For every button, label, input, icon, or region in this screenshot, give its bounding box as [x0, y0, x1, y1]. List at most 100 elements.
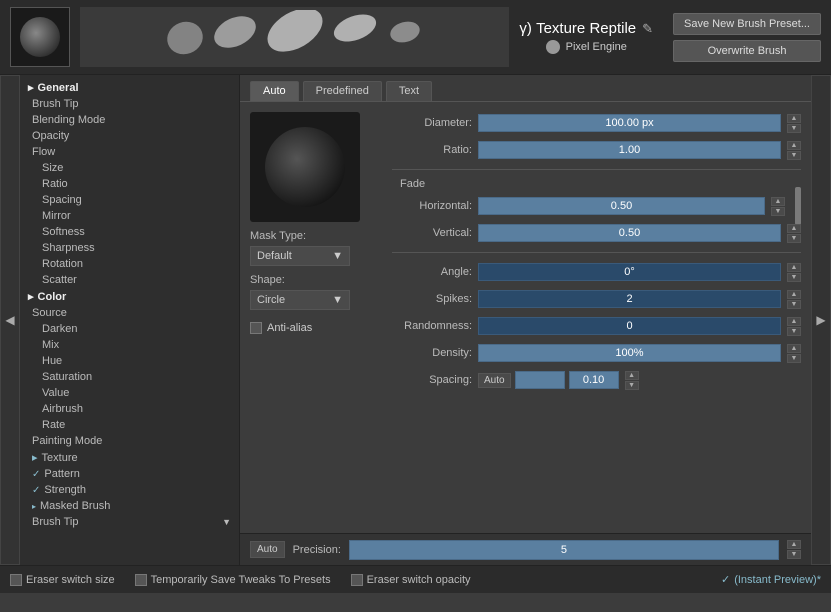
mask-type-dropdown[interactable]: Default ▼: [250, 246, 350, 266]
spikes-up[interactable]: ▲: [787, 290, 801, 299]
randomness-value: 0: [626, 320, 632, 332]
precision-auto-btn[interactable]: Auto: [250, 541, 285, 558]
sidebar-item-color[interactable]: ▸ Color: [20, 288, 239, 305]
vertical-down[interactable]: ▼: [787, 234, 801, 243]
sidebar-list: ▸ General Brush Tip Blending Mode Opacit…: [20, 75, 239, 534]
sidebar-item-brush-tip-bottom[interactable]: Brush Tip ▼: [20, 514, 239, 530]
brush-preview-area: [80, 7, 509, 67]
instant-preview-check: ✓: [721, 573, 730, 586]
sidebar-item-opacity[interactable]: Opacity: [20, 128, 239, 144]
shape-dropdown[interactable]: Circle ▼: [250, 290, 350, 310]
precision-input[interactable]: 5: [349, 540, 779, 560]
spacing-auto-btn[interactable]: Auto: [478, 373, 511, 388]
vertical-up[interactable]: ▲: [787, 224, 801, 233]
sharpness-label: Sharpness: [42, 242, 95, 254]
diameter-down[interactable]: ▼: [787, 124, 801, 133]
vertical-input[interactable]: 0.50: [478, 224, 781, 242]
spacing-down[interactable]: ▼: [625, 381, 639, 390]
brush-tip-dropdown-arrow[interactable]: ▼: [222, 517, 231, 527]
density-row: Density: 100% ▲ ▼: [392, 342, 801, 364]
eraser-size-checkbox[interactable]: [10, 574, 22, 586]
spacing-up[interactable]: ▲: [625, 371, 639, 380]
general-label: General: [38, 82, 79, 94]
horizontal-input[interactable]: 0.50: [478, 197, 765, 215]
save-new-brush-button[interactable]: Save New Brush Preset...: [673, 13, 821, 35]
brush-tip-bottom-label: Brush Tip: [32, 516, 78, 528]
sidebar-item-ratio[interactable]: Ratio: [20, 176, 239, 192]
overwrite-brush-button[interactable]: Overwrite Brush: [673, 40, 821, 62]
tab-predefined[interactable]: Predefined: [303, 81, 382, 101]
drag-handle[interactable]: [795, 187, 801, 225]
sidebar-item-painting-mode[interactable]: Painting Mode: [20, 433, 239, 449]
sidebar-item-general[interactable]: ▸ General: [20, 79, 239, 96]
sidebar-item-spacing[interactable]: Spacing: [20, 192, 239, 208]
horizontal-up[interactable]: ▲: [771, 197, 785, 206]
angle-label: Angle:: [392, 266, 472, 278]
density-up[interactable]: ▲: [787, 344, 801, 353]
density-down[interactable]: ▼: [787, 354, 801, 363]
diameter-up[interactable]: ▲: [787, 114, 801, 123]
sidebar-item-hue[interactable]: Hue: [20, 353, 239, 369]
pencil-icon[interactable]: ✎: [642, 21, 653, 37]
ratio-down[interactable]: ▼: [787, 151, 801, 160]
anti-alias-row: Anti-alias: [250, 322, 380, 334]
content-area: Auto Predefined Text Mask Type: Default …: [240, 75, 811, 565]
mirror-label: Mirror: [42, 210, 71, 222]
angle-up[interactable]: ▲: [787, 263, 801, 272]
ratio-label: Ratio: [42, 178, 68, 190]
density-input[interactable]: 100%: [478, 344, 781, 362]
nav-right-arrow[interactable]: ▶: [811, 75, 831, 565]
ratio-up[interactable]: ▲: [787, 141, 801, 150]
spacing-value-input[interactable]: 0.10: [569, 371, 619, 389]
randomness-input[interactable]: 0: [478, 317, 781, 335]
sidebar-item-mirror[interactable]: Mirror: [20, 208, 239, 224]
horizontal-down[interactable]: ▼: [771, 207, 785, 216]
shape-section: Shape: Circle ▼: [250, 274, 380, 310]
randomness-down[interactable]: ▼: [787, 327, 801, 336]
sidebar-item-mix[interactable]: Mix: [20, 337, 239, 353]
sidebar-item-sharpness[interactable]: Sharpness: [20, 240, 239, 256]
sidebar-item-rotation[interactable]: Rotation: [20, 256, 239, 272]
eraser-opacity-label: Eraser switch opacity: [367, 574, 471, 586]
spikes-input[interactable]: 2: [478, 290, 781, 308]
sidebar-item-blending-mode[interactable]: Blending Mode: [20, 112, 239, 128]
color-label: Color: [38, 291, 67, 303]
sidebar-item-scatter[interactable]: Scatter: [20, 272, 239, 288]
tab-auto[interactable]: Auto: [250, 81, 299, 101]
sidebar-item-brush-tip[interactable]: Brush Tip: [20, 96, 239, 112]
save-tweaks-checkbox[interactable]: [135, 574, 147, 586]
spikes-down[interactable]: ▼: [787, 300, 801, 309]
sidebar-item-masked-brush[interactable]: ▸ Masked Brush: [20, 498, 239, 514]
spacing-spinner: ▲ ▼: [625, 371, 639, 390]
nav-left-arrow[interactable]: ◀: [0, 75, 20, 565]
ratio-input[interactable]: 1.00: [478, 141, 781, 159]
size-label: Size: [42, 162, 63, 174]
anti-alias-checkbox[interactable]: [250, 322, 262, 334]
tab-text[interactable]: Text: [386, 81, 432, 101]
sidebar-item-value[interactable]: Value: [20, 385, 239, 401]
precision-down[interactable]: ▼: [787, 550, 801, 559]
general-bullet: ▸: [28, 81, 34, 94]
sidebar-item-saturation[interactable]: Saturation: [20, 369, 239, 385]
pattern-check: ✓: [32, 469, 40, 480]
sidebar-item-size[interactable]: Size: [20, 160, 239, 176]
tabs-row: Auto Predefined Text: [240, 75, 811, 102]
sidebar-item-pattern[interactable]: ✓ Pattern: [20, 466, 239, 482]
mask-type-label: Mask Type:: [250, 230, 380, 242]
spacing-value: 0.10: [583, 374, 604, 386]
sidebar-item-darken[interactable]: Darken: [20, 321, 239, 337]
sidebar-item-strength[interactable]: ✓ Strength: [20, 482, 239, 498]
diameter-input[interactable]: 100.00 px: [478, 114, 781, 132]
randomness-up[interactable]: ▲: [787, 317, 801, 326]
sidebar-item-flow[interactable]: Flow: [20, 144, 239, 160]
sidebar-item-texture[interactable]: ▸ Texture: [20, 449, 239, 466]
spacing-bar[interactable]: [515, 371, 565, 389]
sidebar-item-source[interactable]: Source: [20, 305, 239, 321]
sidebar-item-rate[interactable]: Rate: [20, 417, 239, 433]
angle-down[interactable]: ▼: [787, 273, 801, 282]
angle-input[interactable]: 0°: [478, 263, 781, 281]
precision-up[interactable]: ▲: [787, 540, 801, 549]
eraser-opacity-checkbox[interactable]: [351, 574, 363, 586]
sidebar-item-airbrush[interactable]: Airbrush: [20, 401, 239, 417]
sidebar-item-softness[interactable]: Softness: [20, 224, 239, 240]
